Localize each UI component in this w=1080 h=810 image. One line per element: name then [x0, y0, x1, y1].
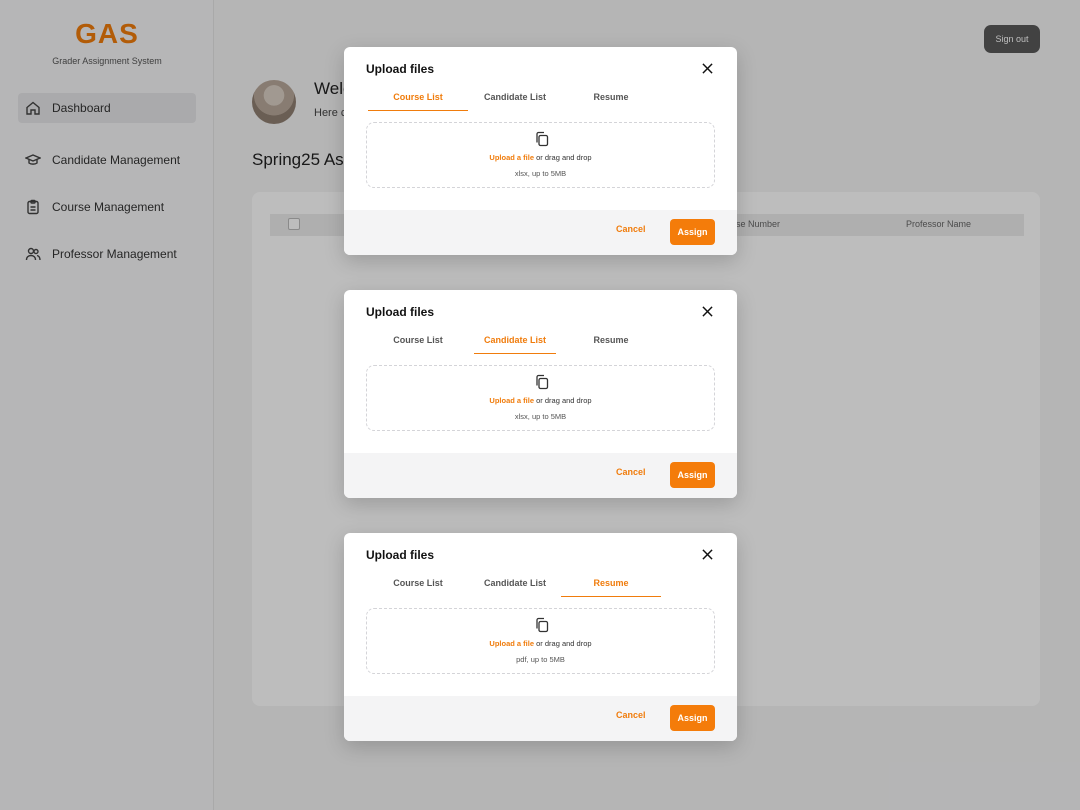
drop-instructions: Upload a file or drag and drop: [367, 639, 714, 648]
tab-candidate-list[interactable]: Candidate List: [474, 330, 556, 354]
file-dropzone[interactable]: Upload a file or drag and drop xlsx, up …: [366, 122, 715, 188]
tab-candidate-list[interactable]: Candidate List: [465, 87, 565, 111]
drag-drop-text: or drag and drop: [536, 639, 592, 648]
modal-footer: Cancel Assign: [344, 210, 737, 255]
close-icon[interactable]: [700, 304, 714, 318]
copy-file-icon: [534, 374, 550, 390]
copy-file-icon: [534, 617, 550, 633]
cancel-button[interactable]: Cancel: [616, 467, 646, 477]
modal-footer: Cancel Assign: [344, 696, 737, 741]
tab-resume[interactable]: Resume: [561, 573, 661, 597]
drag-drop-text: or drag and drop: [536, 153, 592, 162]
file-dropzone[interactable]: Upload a file or drag and drop xlsx, up …: [366, 365, 715, 431]
drop-instructions: Upload a file or drag and drop: [367, 153, 714, 162]
file-type-hint: pdf, up to 5MB: [516, 655, 565, 664]
tab-course-list[interactable]: Course List: [368, 330, 468, 354]
assign-button[interactable]: Assign: [670, 219, 715, 245]
upload-files-modal: Upload files Course List Candidate List …: [344, 533, 737, 741]
upload-files-modal: Upload files Course List Candidate List …: [344, 290, 737, 498]
tab-course-list[interactable]: Course List: [368, 87, 468, 111]
drop-instructions: Upload a file or drag and drop: [367, 396, 714, 405]
upload-file-link[interactable]: Upload a file: [489, 153, 534, 162]
assign-button[interactable]: Assign: [670, 705, 715, 731]
modal-title: Upload files: [366, 62, 435, 76]
file-type-hint: xlsx, up to 5MB: [514, 412, 567, 421]
assign-button[interactable]: Assign: [670, 462, 715, 488]
cancel-button[interactable]: Cancel: [616, 224, 646, 234]
close-icon[interactable]: [700, 61, 714, 75]
file-dropzone[interactable]: Upload a file or drag and drop pdf, up t…: [366, 608, 715, 674]
cancel-button[interactable]: Cancel: [616, 710, 646, 720]
upload-file-link[interactable]: Upload a file: [489, 639, 534, 648]
upload-files-modal: Upload files Course List Candidate List …: [344, 47, 737, 255]
tab-course-list[interactable]: Course List: [368, 573, 468, 597]
close-icon[interactable]: [700, 547, 714, 561]
tab-resume[interactable]: Resume: [561, 87, 661, 111]
drag-drop-text: or drag and drop: [536, 396, 592, 405]
tab-candidate-list[interactable]: Candidate List: [465, 573, 565, 597]
file-type-hint: xlsx, up to 5MB: [514, 169, 567, 178]
modal-footer: Cancel Assign: [344, 453, 737, 498]
modal-title: Upload files: [366, 548, 435, 562]
copy-file-icon: [534, 131, 550, 147]
upload-file-link[interactable]: Upload a file: [489, 396, 534, 405]
tab-resume[interactable]: Resume: [561, 330, 661, 354]
modal-title: Upload files: [366, 305, 435, 319]
